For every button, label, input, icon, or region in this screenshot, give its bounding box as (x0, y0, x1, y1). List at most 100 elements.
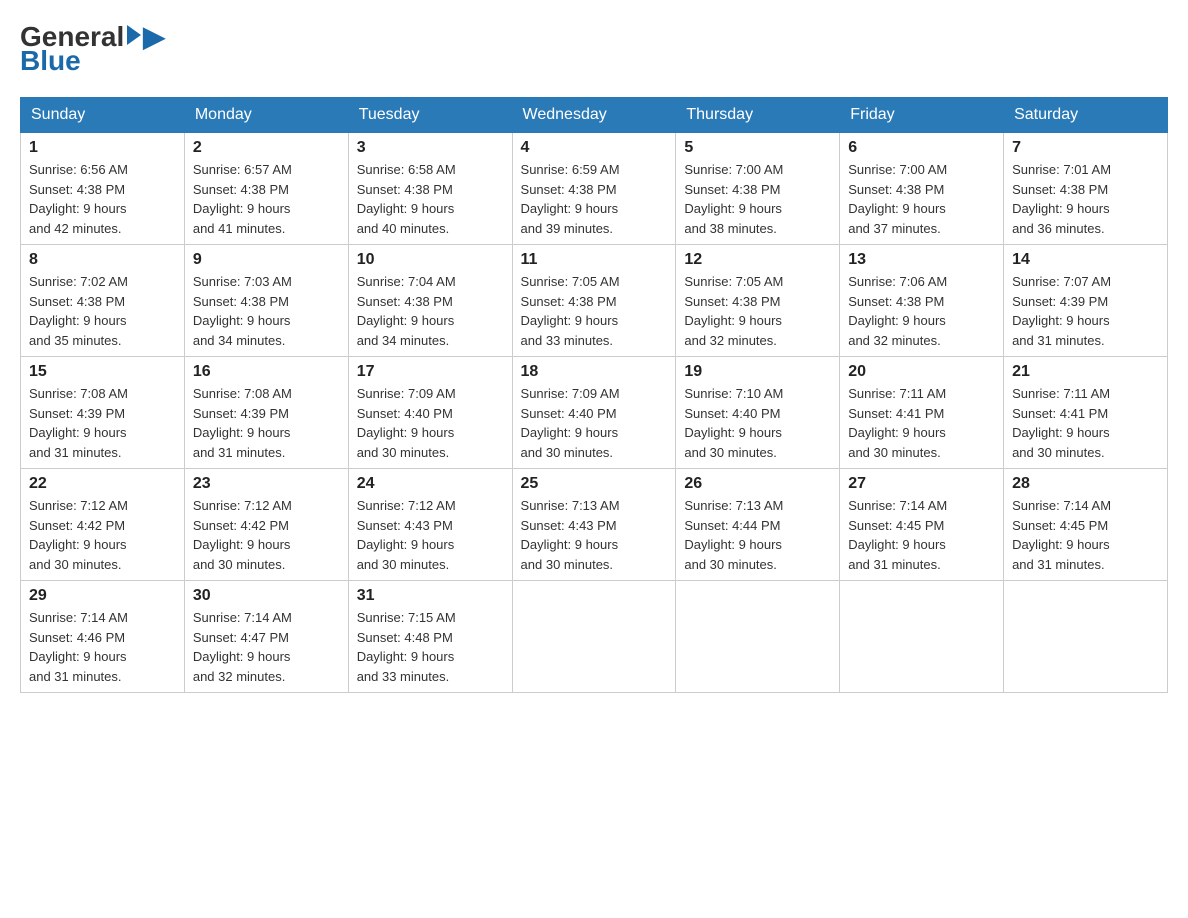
day-info: Sunrise: 7:01 AM Sunset: 4:38 PM Dayligh… (1012, 160, 1159, 238)
day-info: Sunrise: 7:12 AM Sunset: 4:42 PM Dayligh… (193, 496, 340, 574)
page-header: General▶ Blue (20, 20, 1168, 77)
calendar-week-row: 22 Sunrise: 7:12 AM Sunset: 4:42 PM Dayl… (21, 469, 1168, 581)
day-info: Sunrise: 7:00 AM Sunset: 4:38 PM Dayligh… (848, 160, 995, 238)
calendar-cell: 29 Sunrise: 7:14 AM Sunset: 4:46 PM Dayl… (21, 581, 185, 693)
day-info: Sunrise: 7:04 AM Sunset: 4:38 PM Dayligh… (357, 272, 504, 350)
day-info: Sunrise: 7:05 AM Sunset: 4:38 PM Dayligh… (684, 272, 831, 350)
day-number: 23 (193, 475, 340, 493)
day-number: 21 (1012, 363, 1159, 381)
calendar-cell: 14 Sunrise: 7:07 AM Sunset: 4:39 PM Dayl… (1004, 245, 1168, 357)
day-info: Sunrise: 7:09 AM Sunset: 4:40 PM Dayligh… (357, 384, 504, 462)
calendar-table: SundayMondayTuesdayWednesdayThursdayFrid… (20, 97, 1168, 693)
calendar-cell: 27 Sunrise: 7:14 AM Sunset: 4:45 PM Dayl… (840, 469, 1004, 581)
day-number: 16 (193, 363, 340, 381)
calendar-cell: 18 Sunrise: 7:09 AM Sunset: 4:40 PM Dayl… (512, 357, 676, 469)
day-info: Sunrise: 7:00 AM Sunset: 4:38 PM Dayligh… (684, 160, 831, 238)
weekday-header-saturday: Saturday (1004, 98, 1168, 133)
day-info: Sunrise: 6:57 AM Sunset: 4:38 PM Dayligh… (193, 160, 340, 238)
calendar-cell (840, 581, 1004, 693)
weekday-header-friday: Friday (840, 98, 1004, 133)
logo-blue-word: Blue (20, 45, 81, 77)
calendar-cell: 21 Sunrise: 7:11 AM Sunset: 4:41 PM Dayl… (1004, 357, 1168, 469)
day-number: 20 (848, 363, 995, 381)
day-info: Sunrise: 7:11 AM Sunset: 4:41 PM Dayligh… (848, 384, 995, 462)
day-number: 14 (1012, 251, 1159, 269)
day-number: 29 (29, 587, 176, 605)
calendar-cell: 28 Sunrise: 7:14 AM Sunset: 4:45 PM Dayl… (1004, 469, 1168, 581)
calendar-cell: 23 Sunrise: 7:12 AM Sunset: 4:42 PM Dayl… (184, 469, 348, 581)
day-info: Sunrise: 7:13 AM Sunset: 4:44 PM Dayligh… (684, 496, 831, 574)
calendar-cell: 19 Sunrise: 7:10 AM Sunset: 4:40 PM Dayl… (676, 357, 840, 469)
calendar-cell: 7 Sunrise: 7:01 AM Sunset: 4:38 PM Dayli… (1004, 133, 1168, 245)
logo-blue-text: ▶ (143, 20, 165, 53)
day-number: 9 (193, 251, 340, 269)
calendar-cell (1004, 581, 1168, 693)
day-number: 6 (848, 139, 995, 157)
calendar-cell: 12 Sunrise: 7:05 AM Sunset: 4:38 PM Dayl… (676, 245, 840, 357)
day-number: 1 (29, 139, 176, 157)
calendar-cell: 31 Sunrise: 7:15 AM Sunset: 4:48 PM Dayl… (348, 581, 512, 693)
day-number: 2 (193, 139, 340, 157)
calendar-cell: 10 Sunrise: 7:04 AM Sunset: 4:38 PM Dayl… (348, 245, 512, 357)
day-info: Sunrise: 7:02 AM Sunset: 4:38 PM Dayligh… (29, 272, 176, 350)
calendar-cell: 8 Sunrise: 7:02 AM Sunset: 4:38 PM Dayli… (21, 245, 185, 357)
day-number: 4 (521, 139, 668, 157)
day-number: 28 (1012, 475, 1159, 493)
day-number: 24 (357, 475, 504, 493)
day-info: Sunrise: 7:08 AM Sunset: 4:39 PM Dayligh… (29, 384, 176, 462)
calendar-cell: 13 Sunrise: 7:06 AM Sunset: 4:38 PM Dayl… (840, 245, 1004, 357)
calendar-cell: 24 Sunrise: 7:12 AM Sunset: 4:43 PM Dayl… (348, 469, 512, 581)
day-info: Sunrise: 7:14 AM Sunset: 4:47 PM Dayligh… (193, 608, 340, 686)
calendar-cell: 11 Sunrise: 7:05 AM Sunset: 4:38 PM Dayl… (512, 245, 676, 357)
day-info: Sunrise: 7:14 AM Sunset: 4:46 PM Dayligh… (29, 608, 176, 686)
day-info: Sunrise: 7:08 AM Sunset: 4:39 PM Dayligh… (193, 384, 340, 462)
day-info: Sunrise: 7:05 AM Sunset: 4:38 PM Dayligh… (521, 272, 668, 350)
day-number: 10 (357, 251, 504, 269)
day-number: 13 (848, 251, 995, 269)
day-number: 15 (29, 363, 176, 381)
day-number: 31 (357, 587, 504, 605)
weekday-header-monday: Monday (184, 98, 348, 133)
calendar-cell: 16 Sunrise: 7:08 AM Sunset: 4:39 PM Dayl… (184, 357, 348, 469)
day-number: 7 (1012, 139, 1159, 157)
day-number: 26 (684, 475, 831, 493)
day-number: 27 (848, 475, 995, 493)
logo: General▶ Blue (20, 20, 165, 77)
day-number: 11 (521, 251, 668, 269)
calendar-cell: 6 Sunrise: 7:00 AM Sunset: 4:38 PM Dayli… (840, 133, 1004, 245)
calendar-cell: 17 Sunrise: 7:09 AM Sunset: 4:40 PM Dayl… (348, 357, 512, 469)
day-number: 12 (684, 251, 831, 269)
day-info: Sunrise: 7:09 AM Sunset: 4:40 PM Dayligh… (521, 384, 668, 462)
day-number: 18 (521, 363, 668, 381)
calendar-cell: 2 Sunrise: 6:57 AM Sunset: 4:38 PM Dayli… (184, 133, 348, 245)
day-info: Sunrise: 7:15 AM Sunset: 4:48 PM Dayligh… (357, 608, 504, 686)
calendar-cell: 1 Sunrise: 6:56 AM Sunset: 4:38 PM Dayli… (21, 133, 185, 245)
calendar-week-row: 1 Sunrise: 6:56 AM Sunset: 4:38 PM Dayli… (21, 133, 1168, 245)
logo-arrow-icon (127, 25, 141, 45)
weekday-header-tuesday: Tuesday (348, 98, 512, 133)
day-info: Sunrise: 6:58 AM Sunset: 4:38 PM Dayligh… (357, 160, 504, 238)
calendar-cell: 5 Sunrise: 7:00 AM Sunset: 4:38 PM Dayli… (676, 133, 840, 245)
day-info: Sunrise: 7:14 AM Sunset: 4:45 PM Dayligh… (848, 496, 995, 574)
calendar-week-row: 29 Sunrise: 7:14 AM Sunset: 4:46 PM Dayl… (21, 581, 1168, 693)
day-number: 25 (521, 475, 668, 493)
day-number: 19 (684, 363, 831, 381)
day-number: 3 (357, 139, 504, 157)
weekday-header-sunday: Sunday (21, 98, 185, 133)
day-number: 5 (684, 139, 831, 157)
day-number: 8 (29, 251, 176, 269)
calendar-week-row: 15 Sunrise: 7:08 AM Sunset: 4:39 PM Dayl… (21, 357, 1168, 469)
day-info: Sunrise: 7:03 AM Sunset: 4:38 PM Dayligh… (193, 272, 340, 350)
calendar-cell: 26 Sunrise: 7:13 AM Sunset: 4:44 PM Dayl… (676, 469, 840, 581)
day-info: Sunrise: 7:12 AM Sunset: 4:43 PM Dayligh… (357, 496, 504, 574)
calendar-cell (676, 581, 840, 693)
day-info: Sunrise: 7:07 AM Sunset: 4:39 PM Dayligh… (1012, 272, 1159, 350)
weekday-header-wednesday: Wednesday (512, 98, 676, 133)
calendar-cell: 4 Sunrise: 6:59 AM Sunset: 4:38 PM Dayli… (512, 133, 676, 245)
calendar-cell: 20 Sunrise: 7:11 AM Sunset: 4:41 PM Dayl… (840, 357, 1004, 469)
day-info: Sunrise: 7:10 AM Sunset: 4:40 PM Dayligh… (684, 384, 831, 462)
day-info: Sunrise: 7:13 AM Sunset: 4:43 PM Dayligh… (521, 496, 668, 574)
day-info: Sunrise: 6:59 AM Sunset: 4:38 PM Dayligh… (521, 160, 668, 238)
calendar-cell: 15 Sunrise: 7:08 AM Sunset: 4:39 PM Dayl… (21, 357, 185, 469)
calendar-cell: 3 Sunrise: 6:58 AM Sunset: 4:38 PM Dayli… (348, 133, 512, 245)
